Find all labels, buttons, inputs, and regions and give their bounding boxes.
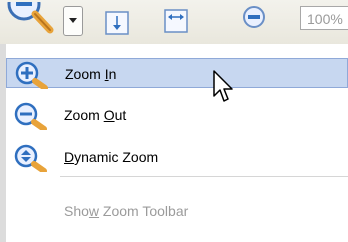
- mouse-cursor-icon: [213, 70, 233, 102]
- menu-item-label: Show Zoom Toolbar: [64, 203, 189, 219]
- menu-item-zoom-out[interactable]: Zoom Out: [6, 100, 348, 130]
- menu-item-zoom-in[interactable]: Zoom In: [6, 58, 348, 89]
- menu-item-label: Zoom In: [65, 66, 117, 82]
- dynamic-zoom-icon: [14, 144, 47, 172]
- zoom-out-small-icon[interactable]: [241, 4, 267, 30]
- fit-width-icon[interactable]: [163, 8, 189, 34]
- zoom-in-icon: [15, 61, 48, 89]
- fit-page-icon[interactable]: [104, 10, 130, 36]
- zoom-percent-field[interactable]: 100%: [300, 6, 348, 30]
- toolbar: 100%: [0, 0, 348, 45]
- zoom-menu: Zoom In Zoom Out Dynamic Zoom Show Zoom …: [0, 44, 348, 242]
- zoom-out-icon: [14, 102, 47, 130]
- zoom-dropdown-arrow[interactable]: [63, 6, 83, 36]
- menu-item-show-zoom-toolbar[interactable]: Show Zoom Toolbar: [6, 196, 348, 226]
- zoom-tool-button[interactable]: [0, 2, 86, 36]
- menu-item-label: Dynamic Zoom: [64, 149, 159, 165]
- menu-item-label: Zoom Out: [64, 107, 127, 123]
- menu-separator: [60, 176, 348, 177]
- menu-item-dynamic-zoom[interactable]: Dynamic Zoom: [6, 142, 348, 172]
- zoom-dropdown-icon: [7, 2, 54, 34]
